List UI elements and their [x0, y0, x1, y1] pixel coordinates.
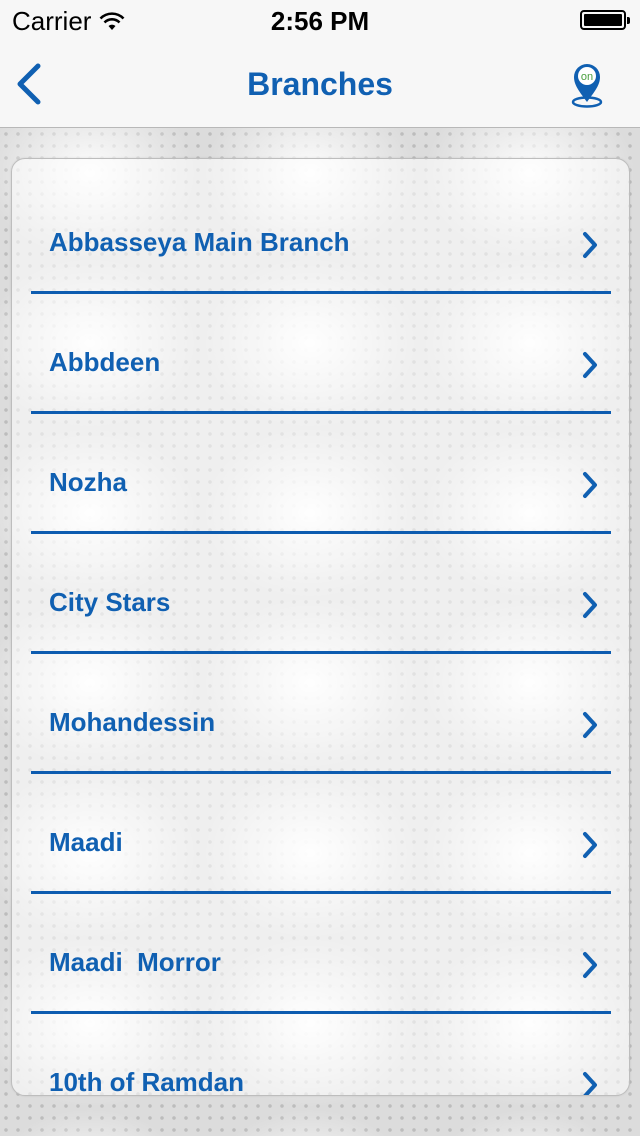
branch-row-mohandessin[interactable]: Mohandessin [12, 639, 629, 774]
branch-label: Nozha [49, 467, 127, 497]
battery-icon [580, 10, 630, 30]
branch-row-city-stars[interactable]: City Stars [12, 519, 629, 654]
chevron-right-icon [583, 472, 597, 498]
branch-label: Abbasseya Main Branch [49, 227, 350, 257]
chevron-right-icon [583, 232, 597, 258]
branch-label: Maadi Morror [49, 947, 221, 977]
branch-label: Maadi [49, 827, 123, 857]
chevron-right-icon [583, 592, 597, 618]
chevron-right-icon [583, 952, 597, 978]
branch-row-abbasseya[interactable]: Abbasseya Main Branch [12, 159, 629, 294]
page-title: Branches [247, 66, 393, 102]
branch-label: 10th of Ramdan [49, 1067, 245, 1096]
location-badge-text: on [581, 71, 593, 83]
branch-label: Mohandessin [49, 707, 216, 737]
branch-row-maadi[interactable]: Maadi [12, 759, 629, 894]
chevron-right-icon [583, 352, 597, 378]
branch-row-maadi-morror[interactable]: Maadi Morror [12, 879, 629, 1014]
chevron-right-icon [583, 712, 597, 738]
branch-label: Abbdeen [49, 347, 161, 377]
status-time: 2:56 PM [270, 6, 370, 36]
status-bar: Carrier 2:56 PM [0, 0, 640, 40]
navigation-bar: Branches on [0, 40, 640, 128]
branch-label: City Stars [49, 587, 171, 617]
branch-row-nozha[interactable]: Nozha [12, 399, 629, 534]
branch-row-10th-of-ramdan[interactable]: 10th of Ramdan [12, 999, 629, 1096]
branch-row-abbdeen[interactable]: Abbdeen [12, 279, 629, 414]
chevron-right-icon [583, 832, 597, 858]
branch-list: Abbasseya Main Branch Abbdeen Nozha City… [11, 158, 630, 1096]
location-pin-icon[interactable]: on [570, 62, 604, 108]
chevron-right-icon [583, 1072, 597, 1095]
